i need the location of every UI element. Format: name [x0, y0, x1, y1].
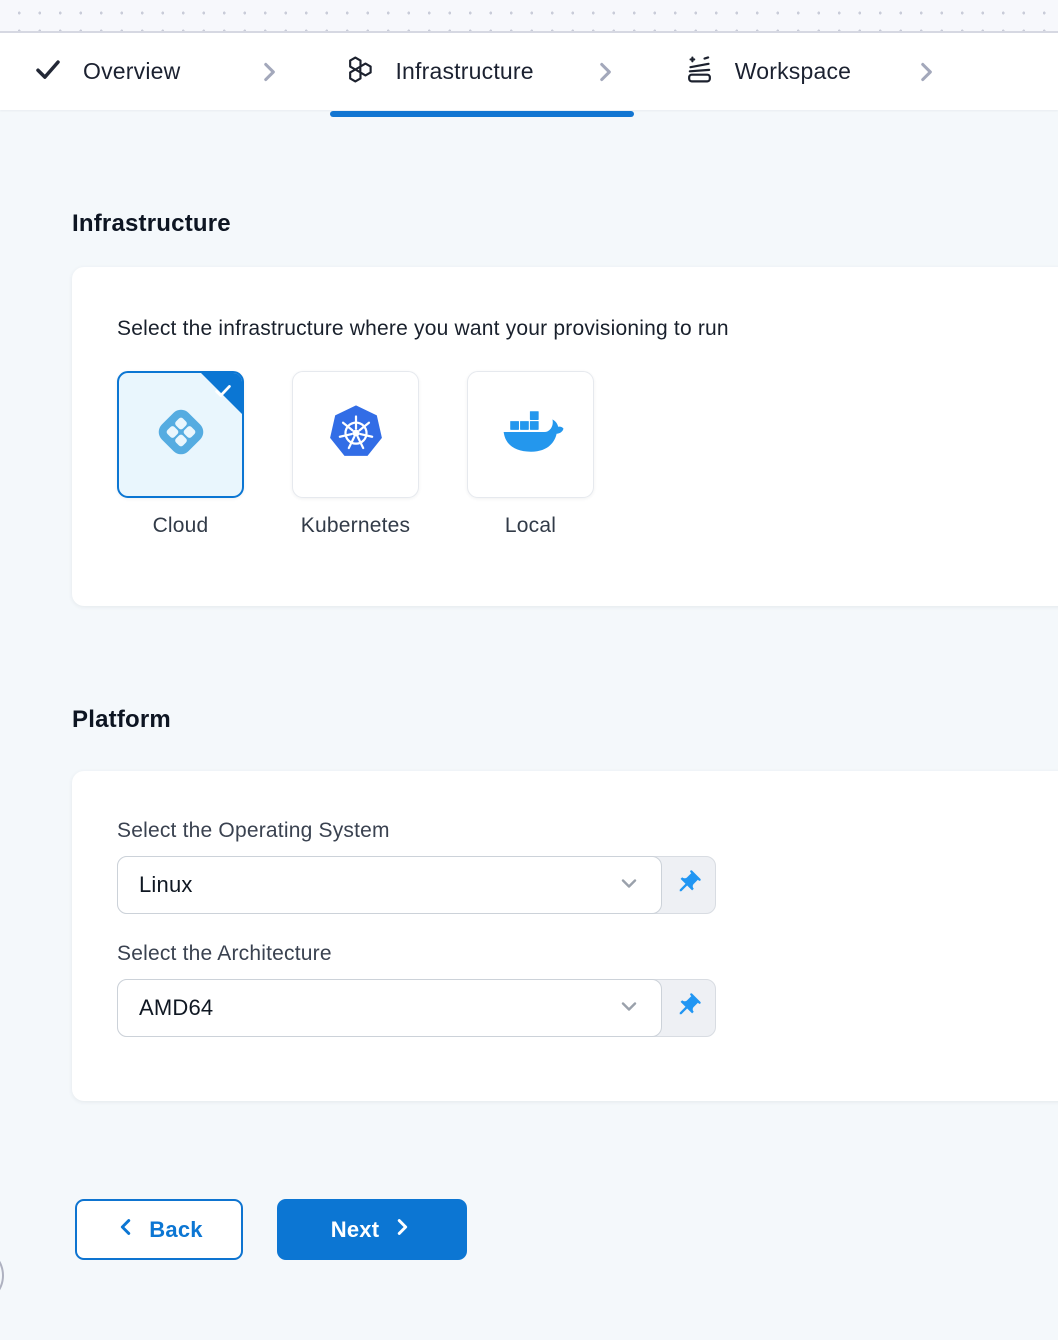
back-button-label: Back — [149, 1217, 202, 1243]
wizard-stepper: Overview Infrastructure — [0, 33, 1058, 110]
pin-icon — [674, 869, 702, 902]
arch-select-label: Select the Architecture — [117, 942, 1029, 966]
infrastructure-card: Select the infrastructure where you want… — [72, 267, 1058, 606]
os-pin-button[interactable] — [660, 857, 715, 913]
cloud-tile[interactable] — [117, 371, 244, 498]
option-kubernetes: Kubernetes — [292, 371, 419, 538]
back-button[interactable]: Back — [75, 1199, 243, 1260]
kubernetes-tile[interactable] — [292, 371, 419, 498]
chevron-right-icon — [391, 1216, 413, 1244]
step-workspace[interactable]: Workspace — [684, 54, 851, 90]
infrastructure-prompt: Select the infrastructure where you want… — [117, 317, 1029, 341]
step-infrastructure[interactable]: Infrastructure — [344, 55, 533, 89]
next-button-label: Next — [331, 1217, 380, 1243]
layers-stack-icon — [684, 54, 715, 90]
arch-select-group: AMD64 — [117, 979, 716, 1037]
active-step-indicator — [330, 111, 634, 117]
option-cloud: Cloud — [117, 371, 244, 538]
chevron-separator-icon — [256, 59, 282, 85]
os-select[interactable]: Linux — [117, 856, 662, 914]
chevron-left-icon — [115, 1216, 137, 1244]
chevron-down-icon — [617, 871, 641, 900]
cloud-icon — [148, 399, 214, 470]
step-workspace-label: Workspace — [735, 58, 851, 85]
arch-select-value: AMD64 — [139, 995, 213, 1021]
kubernetes-tile-label: Kubernetes — [301, 514, 410, 538]
os-select-value: Linux — [139, 872, 193, 898]
canvas-dot-grid — [0, 0, 1058, 33]
infrastructure-options: Cloud — [117, 371, 1029, 538]
wizard-content: Infrastructure Select the infrastructure… — [0, 210, 1058, 1260]
chevron-separator-icon — [913, 59, 939, 85]
os-select-group: Linux — [117, 856, 716, 914]
wizard-footer: Back Next — [75, 1199, 1058, 1260]
chevron-down-icon — [617, 994, 641, 1023]
step-overview-label: Overview — [83, 58, 180, 85]
arch-select[interactable]: AMD64 — [117, 979, 662, 1037]
chevron-separator-icon — [592, 59, 618, 85]
infrastructure-section-title: Infrastructure — [72, 210, 1058, 238]
check-icon — [33, 54, 63, 89]
local-tile[interactable] — [467, 371, 594, 498]
option-local: Local — [467, 371, 594, 538]
pin-icon — [674, 992, 702, 1025]
step-overview[interactable]: Overview — [33, 54, 180, 89]
local-tile-label: Local — [505, 514, 556, 538]
step-infrastructure-label: Infrastructure — [395, 58, 533, 85]
next-button[interactable]: Next — [277, 1199, 467, 1260]
hexagon-cluster-icon — [344, 55, 375, 89]
platform-section-title: Platform — [72, 706, 1058, 734]
arch-pin-button[interactable] — [660, 980, 715, 1036]
selected-check-icon — [212, 380, 234, 407]
docker-icon — [496, 406, 566, 463]
platform-card: Select the Operating System Linux Select… — [72, 771, 1058, 1101]
cloud-tile-label: Cloud — [153, 514, 209, 538]
kubernetes-icon — [325, 401, 387, 468]
os-select-label: Select the Operating System — [117, 819, 1029, 843]
